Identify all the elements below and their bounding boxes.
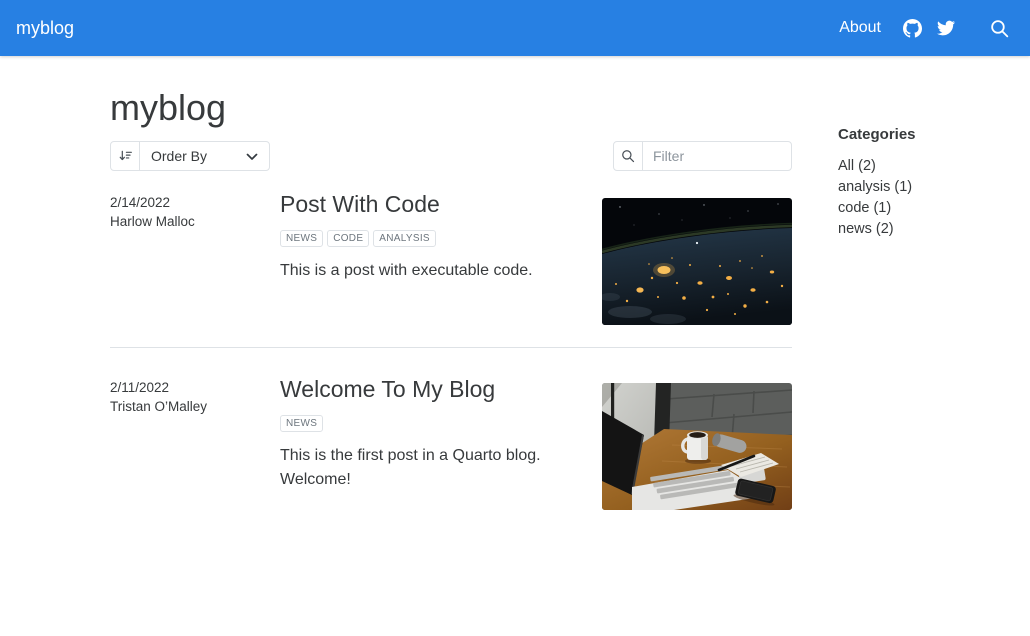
post-date: 2/11/2022 <box>110 378 280 398</box>
post-description: This is the first post in a Quarto blog.… <box>280 444 590 492</box>
post-list-item: 2/11/2022 Tristan O’Malley Welcome To My… <box>110 347 792 532</box>
post-metadata: 2/14/2022 Harlow Malloc <box>110 191 280 325</box>
filter-search-icon <box>614 142 643 170</box>
search-icon[interactable] <box>990 19 1009 38</box>
desk-laptop-coffee-image[interactable] <box>602 383 792 510</box>
post-body: Welcome To My Blog NEWS This is the firs… <box>280 376 602 510</box>
page-wrap: myblog Order By <box>0 56 1030 532</box>
sort-amount-down-icon <box>111 142 140 170</box>
listing-content: myblog Order By <box>110 88 792 532</box>
sidebar-category-all[interactable]: All (2) <box>838 156 978 177</box>
order-by-control: Order By <box>110 141 270 171</box>
sidebar-category-code[interactable]: code (1) <box>838 198 978 219</box>
categories-heading: Categories <box>838 126 978 143</box>
twitter-icon[interactable] <box>937 19 955 37</box>
post-date: 2/14/2022 <box>110 193 280 213</box>
post-category-badges: NEWSCODEANALYSIS <box>280 228 590 247</box>
top-navbar: myblog About <box>0 0 1030 56</box>
post-description: This is a post with executable code. <box>280 259 590 283</box>
sidebar-category-news[interactable]: news (2) <box>838 219 978 240</box>
navbar-brand[interactable]: myblog <box>16 18 74 39</box>
earth-city-lights-from-space-image[interactable] <box>602 198 792 325</box>
listing-toolbar: Order By <box>110 141 792 171</box>
order-by-label: Order By <box>151 148 207 164</box>
page-title: myblog <box>110 88 792 128</box>
category-badge-analysis[interactable]: ANALYSIS <box>373 230 436 247</box>
filter-control <box>613 141 792 171</box>
post-category-badges: NEWS <box>280 413 590 432</box>
post-list-item: 2/14/2022 Harlow Malloc Post With Code N… <box>110 191 792 347</box>
sidebar-category-analysis[interactable]: analysis (1) <box>838 177 978 198</box>
category-badge-news[interactable]: NEWS <box>280 230 323 247</box>
post-title-link[interactable]: Welcome To My Blog <box>280 376 590 404</box>
category-badge-news[interactable]: NEWS <box>280 415 323 432</box>
filter-input[interactable] <box>643 142 791 170</box>
chevron-down-icon <box>246 148 258 164</box>
github-icon[interactable] <box>903 19 922 38</box>
post-title-link[interactable]: Post With Code <box>280 191 590 219</box>
nav-link-about[interactable]: About <box>839 19 881 37</box>
post-author: Tristan O’Malley <box>110 397 280 417</box>
post-body: Post With Code NEWSCODEANALYSIS This is … <box>280 191 602 325</box>
category-badge-code[interactable]: CODE <box>327 230 369 247</box>
post-author: Harlow Malloc <box>110 212 280 232</box>
post-metadata: 2/11/2022 Tristan O’Malley <box>110 376 280 510</box>
order-by-select[interactable]: Order By <box>140 142 269 170</box>
categories-sidebar: Categories All (2) analysis (1) code (1)… <box>838 88 978 532</box>
